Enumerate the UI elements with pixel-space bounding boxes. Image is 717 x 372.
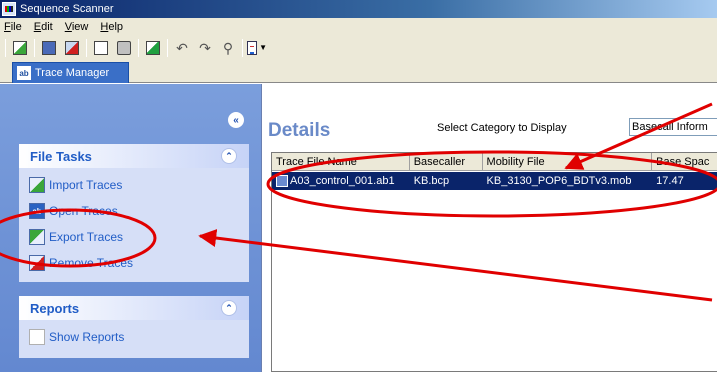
chevron-up-icon[interactable]: ⌃ [221, 300, 237, 316]
cell-base-spacing: 17.47 [656, 175, 684, 187]
page-icon [94, 40, 108, 55]
open-traces-icon: ab [29, 203, 45, 219]
task-pane: « File Tasks ⌃ Import Traces ab Open Tra… [0, 84, 262, 372]
remove-button[interactable] [62, 38, 82, 58]
save-button[interactable] [39, 38, 59, 58]
toolbar: ↶ ↷ ⚲ ▼ [0, 35, 717, 60]
export-button[interactable] [143, 38, 163, 58]
task-label: Export Traces [49, 230, 124, 244]
task-import-traces[interactable]: Import Traces [19, 172, 249, 198]
title-bar: Sequence Scanner [0, 0, 717, 18]
reports-title: Reports [30, 300, 80, 316]
task-show-reports[interactable]: Show Reports [19, 324, 249, 350]
toolbar-separator [242, 38, 243, 57]
binoculars-icon: ⚲ [222, 39, 234, 56]
reports-header[interactable]: Reports ⌃ [19, 296, 249, 320]
cell-mobility-file: KB_3130_POP6_BDTv3.mob [486, 175, 632, 187]
details-pane: Details Select Category to Display Basec… [263, 84, 717, 372]
window-title: Sequence Scanner [20, 3, 114, 15]
import-icon [13, 40, 27, 55]
chart-icon [247, 40, 258, 55]
toolbar-separator [5, 38, 6, 57]
tab-trace-manager[interactable]: ab Trace Manager [12, 62, 129, 83]
file-tasks-title: File Tasks [30, 148, 92, 164]
save-icon [42, 40, 56, 55]
task-label: Remove Traces [49, 256, 134, 270]
remove-icon [65, 40, 79, 55]
menu-edit[interactable]: Edit [30, 21, 61, 33]
task-open-traces[interactable]: ab Open Traces [19, 198, 249, 224]
chevron-up-icon[interactable]: ⌃ [221, 148, 237, 164]
task-remove-traces[interactable]: Remove Traces [19, 250, 249, 276]
trace-manager-icon: ab [17, 66, 31, 80]
cell-basecaller: KB.bcp [413, 175, 450, 187]
traces-table: Trace File Name Basecaller Mobility File… [271, 152, 717, 372]
toolbar-separator [34, 38, 35, 57]
column-header-base-spacing[interactable]: Base Spac [652, 153, 717, 170]
tab-label: Trace Manager [35, 67, 110, 79]
table-row[interactable]: A03_control_001.ab1 KB.bcp KB_3130_POP6_… [272, 172, 717, 190]
page-setup-button[interactable] [91, 38, 111, 58]
import-traces-icon [29, 177, 45, 193]
task-export-traces[interactable]: Export Traces [19, 224, 249, 250]
menu-view[interactable]: View [61, 21, 97, 33]
table-header: Trace File Name Basecaller Mobility File… [272, 153, 717, 171]
undo-button[interactable]: ↶ [172, 38, 192, 58]
redo-icon: ↷ [199, 39, 211, 56]
category-label: Select Category to Display [437, 122, 567, 134]
column-header-mobility-file[interactable]: Mobility File [483, 153, 653, 170]
export-traces-icon [29, 229, 45, 245]
export-icon [146, 40, 160, 55]
toolbar-separator [86, 38, 87, 57]
toolbar-separator [138, 38, 139, 57]
trace-file-icon [276, 175, 288, 187]
column-header-trace-file-name[interactable]: Trace File Name [272, 153, 410, 170]
menu-file[interactable]: File [0, 21, 30, 33]
menu-bar: File Edit View Help [0, 18, 717, 35]
menu-help[interactable]: Help [96, 21, 131, 33]
chart-view-button[interactable]: ▼ [247, 38, 267, 58]
task-label: Show Reports [49, 330, 125, 344]
tab-strip: ab Trace Manager [0, 60, 717, 83]
dropdown-arrow-icon: ▼ [259, 43, 267, 52]
details-title: Details [268, 120, 331, 141]
remove-traces-icon [29, 255, 45, 271]
task-label: Open Traces [49, 204, 118, 218]
reports-icon [29, 329, 45, 345]
collapse-pane-button[interactable]: « [228, 112, 244, 128]
reports-panel: Reports ⌃ Show Reports [19, 296, 249, 358]
undo-icon: ↶ [176, 39, 188, 56]
app-icon [2, 2, 16, 16]
import-button[interactable] [10, 38, 30, 58]
column-header-basecaller[interactable]: Basecaller [410, 153, 483, 170]
task-label: Import Traces [49, 178, 123, 192]
file-tasks-header[interactable]: File Tasks ⌃ [19, 144, 249, 168]
print-button[interactable] [114, 38, 134, 58]
print-icon [117, 40, 131, 55]
cell-trace-file-name: A03_control_001.ab1 [272, 172, 410, 190]
find-button[interactable]: ⚲ [218, 38, 238, 58]
toolbar-separator [167, 38, 168, 57]
category-select[interactable]: Basecall Inform [629, 118, 717, 136]
redo-button[interactable]: ↷ [195, 38, 215, 58]
file-tasks-panel: File Tasks ⌃ Import Traces ab Open Trace… [19, 144, 249, 282]
